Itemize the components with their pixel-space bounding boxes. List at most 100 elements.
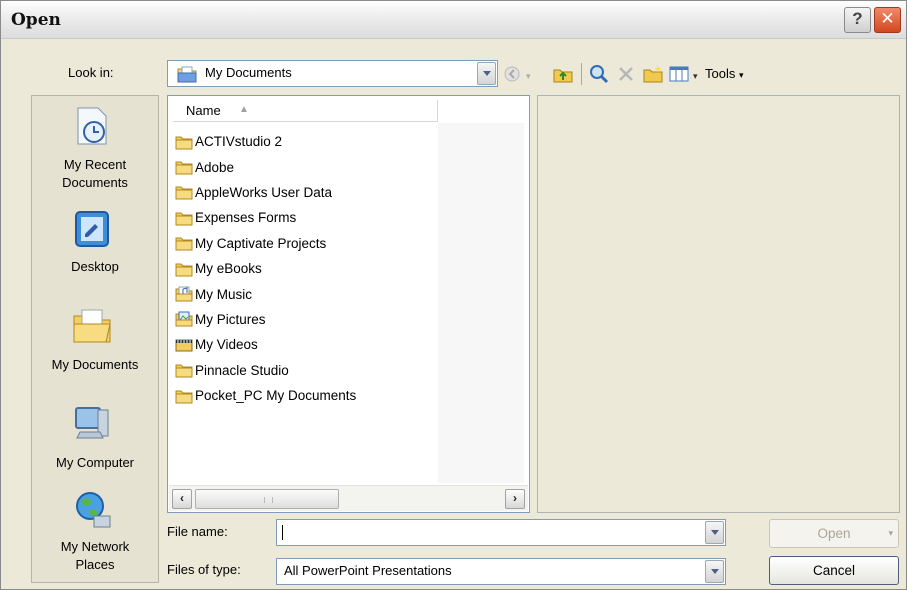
sort-ascending-icon: ▲ bbox=[239, 104, 249, 115]
list-item[interactable]: Expenses Forms bbox=[175, 205, 356, 230]
back-icon[interactable] bbox=[501, 63, 523, 85]
tools-label: Tools bbox=[705, 66, 736, 81]
pictures-folder-icon bbox=[175, 311, 193, 327]
preview-pane bbox=[537, 95, 900, 513]
list-item-label: My Videos bbox=[195, 337, 258, 353]
open-dropdown-icon[interactable]: ▾ bbox=[888, 520, 893, 547]
place-label-documents: My Documents bbox=[51, 357, 139, 372]
column-header-divider[interactable] bbox=[437, 100, 438, 122]
list-item-label: Expenses Forms bbox=[195, 210, 297, 226]
list-item[interactable]: ACTIVstudio 2 bbox=[175, 129, 356, 154]
folder-icon bbox=[175, 159, 193, 175]
close-button[interactable]: ✕ bbox=[874, 7, 901, 33]
look-in-dropdown-arrow[interactable] bbox=[477, 62, 496, 85]
list-item[interactable]: My Pictures bbox=[175, 307, 356, 332]
places-bar: My Recent Documents Desktop My Documents bbox=[31, 95, 159, 583]
place-my-computer[interactable]: My Computer bbox=[32, 398, 158, 476]
place-label-network: My Network Places bbox=[60, 539, 130, 572]
list-item[interactable]: Pocket_PC My Documents bbox=[175, 383, 356, 408]
delete-icon[interactable] bbox=[615, 63, 637, 85]
list-item[interactable]: My Videos bbox=[175, 332, 356, 357]
list-item[interactable]: Adobe bbox=[175, 154, 356, 179]
list-item[interactable]: AppleWorks User Data bbox=[175, 180, 356, 205]
desktop-icon bbox=[75, 211, 109, 247]
tools-menu[interactable]: Tools ▾ bbox=[705, 66, 744, 81]
place-my-network-places[interactable]: My Network Places bbox=[32, 488, 158, 578]
help-icon: ? bbox=[852, 9, 863, 28]
my-documents-icon bbox=[73, 309, 111, 343]
horizontal-scrollbar[interactable]: ‹ › bbox=[169, 485, 528, 511]
column-header-name-label: Name bbox=[186, 103, 221, 118]
cancel-button[interactable]: Cancel bbox=[769, 556, 899, 585]
open-button[interactable]: Open ▾ bbox=[769, 519, 899, 548]
list-item-label: My eBooks bbox=[195, 261, 262, 277]
folder-icon bbox=[175, 134, 193, 150]
scroll-left-button[interactable]: ‹ bbox=[172, 489, 192, 509]
open-button-label: Open bbox=[817, 526, 851, 541]
list-item-label: Pocket_PC My Documents bbox=[195, 388, 357, 404]
my-documents-small-icon bbox=[177, 66, 197, 83]
text-caret bbox=[282, 525, 283, 540]
videos-folder-icon bbox=[175, 337, 193, 353]
close-icon: ✕ bbox=[880, 9, 895, 28]
file-list: Name ▲ ACTIVstudio 2 Adobe AppleWorks User… bbox=[167, 95, 530, 513]
list-item-label: Adobe bbox=[195, 159, 235, 175]
window-title: Open bbox=[11, 10, 61, 30]
list-item-label: ACTIVstudio 2 bbox=[195, 134, 283, 150]
my-computer-icon bbox=[75, 407, 109, 439]
list-item[interactable]: My Music bbox=[175, 281, 356, 306]
folder-icon bbox=[175, 388, 193, 404]
toolbar-separator bbox=[581, 63, 582, 85]
folder-icon bbox=[175, 235, 193, 251]
place-my-documents[interactable]: My Documents bbox=[32, 302, 158, 378]
scroll-left-icon: ‹ bbox=[180, 491, 184, 505]
network-places-icon bbox=[76, 492, 111, 528]
recent-documents-icon bbox=[77, 107, 107, 145]
file-name-dropdown-arrow[interactable] bbox=[705, 521, 724, 544]
back-dropdown-icon[interactable]: ▾ bbox=[526, 71, 531, 82]
up-one-level-icon[interactable] bbox=[552, 63, 574, 85]
column-header-name[interactable]: Name ▲ bbox=[173, 100, 438, 122]
sorted-column-shade bbox=[438, 123, 524, 483]
file-name-label: File name: bbox=[167, 524, 228, 539]
help-button[interactable]: ? bbox=[844, 7, 871, 33]
folder-icon bbox=[175, 362, 193, 378]
file-type-dropdown[interactable]: All PowerPoint Presentations bbox=[276, 558, 726, 585]
music-folder-icon bbox=[175, 286, 193, 302]
file-rows: ACTIVstudio 2 Adobe AppleWorks User Data Ex… bbox=[175, 129, 356, 408]
title-bar: Open ? ✕ bbox=[1, 1, 906, 39]
file-name-field[interactable] bbox=[276, 519, 726, 546]
place-desktop[interactable]: Desktop bbox=[32, 208, 158, 280]
scroll-right-icon: › bbox=[513, 491, 517, 505]
place-my-recent-documents[interactable]: My Recent Documents bbox=[32, 102, 158, 192]
file-type-label: Files of type: bbox=[167, 562, 241, 577]
list-item[interactable]: My Captivate Projects bbox=[175, 231, 356, 256]
list-item[interactable]: Pinnacle Studio bbox=[175, 358, 356, 383]
look-in-dropdown[interactable]: My Documents bbox=[167, 60, 498, 87]
scroll-right-button[interactable]: › bbox=[505, 489, 525, 509]
views-icon[interactable] bbox=[668, 63, 690, 85]
place-label-recent: My Recent Documents bbox=[62, 157, 128, 190]
file-type-dropdown-arrow[interactable] bbox=[705, 560, 724, 583]
list-item[interactable]: My eBooks bbox=[175, 256, 356, 281]
folder-icon bbox=[175, 210, 193, 226]
folder-icon bbox=[175, 184, 193, 200]
list-item-label: AppleWorks User Data bbox=[195, 184, 333, 200]
search-web-icon[interactable] bbox=[588, 63, 610, 85]
cancel-button-label: Cancel bbox=[812, 563, 856, 578]
list-item-label: Pinnacle Studio bbox=[195, 362, 289, 378]
new-folder-icon[interactable] bbox=[642, 63, 664, 85]
views-dropdown-icon[interactable]: ▾ bbox=[693, 71, 698, 82]
scroll-thumb[interactable] bbox=[195, 489, 339, 509]
look-in-value: My Documents bbox=[205, 65, 292, 80]
list-item-label: My Pictures bbox=[195, 311, 266, 327]
folder-icon bbox=[175, 261, 193, 277]
list-item-label: My Music bbox=[195, 286, 252, 302]
tools-dropdown-icon: ▾ bbox=[738, 70, 744, 80]
list-item-label: My Captivate Projects bbox=[195, 235, 327, 251]
scroll-grip-icon bbox=[264, 497, 273, 503]
place-label-computer: My Computer bbox=[55, 455, 135, 470]
open-dialog: Open ? ✕ Look in: My Documents ▾ ▾ Tools… bbox=[0, 0, 907, 590]
place-label-desktop: Desktop bbox=[71, 259, 119, 274]
file-type-value: All PowerPoint Presentations bbox=[284, 563, 452, 578]
